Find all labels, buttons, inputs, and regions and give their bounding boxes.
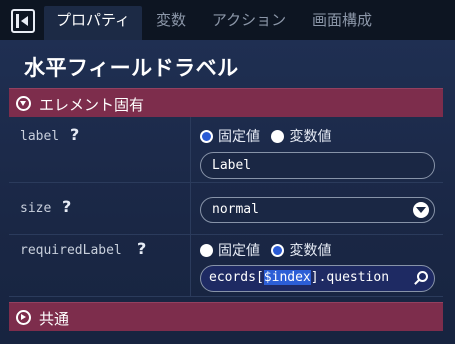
size-select[interactable]: normal	[200, 197, 435, 223]
prop-name-label: label	[20, 129, 60, 144]
expression-before: ecords[	[209, 270, 264, 285]
size-select-value: normal	[212, 202, 259, 217]
collapse-arrow	[21, 16, 28, 26]
radio-group-required-label: 固定値 変数値	[200, 240, 338, 260]
radio-fixed-required[interactable]	[200, 243, 213, 257]
radio-group-label: 固定値 変数値	[200, 126, 338, 146]
prop-row-size: size ? normal	[9, 183, 443, 235]
help-icon[interactable]: ?	[70, 125, 79, 144]
section-label-element: エレメント固有	[39, 96, 145, 114]
radio-variable-text: 変数値	[289, 129, 332, 145]
chevron-down-icon	[413, 202, 429, 218]
expression-text: ecords[$index].question	[209, 270, 389, 285]
expression-after: ].question	[310, 270, 390, 285]
section-header-common[interactable]: 共通	[9, 302, 443, 331]
tab-variables[interactable]: 変数	[146, 6, 196, 40]
tab-bar: プロパティ 変数 アクション 画面構成	[0, 0, 455, 40]
column-divider	[190, 183, 191, 234]
required-label-expression-input[interactable]: ecords[$index].question	[200, 265, 435, 292]
label-value-input[interactable]: Label	[200, 152, 435, 179]
page-title: 水平フィールドラベル	[24, 56, 239, 80]
help-icon[interactable]: ?	[137, 239, 146, 258]
radio-variable-required[interactable]	[271, 243, 285, 257]
search-handle	[414, 279, 420, 285]
section-label-common: 共通	[39, 310, 70, 328]
search-icon[interactable]	[413, 271, 429, 287]
chevron-down-icon	[16, 96, 31, 111]
property-panel-app: プロパティ 変数 アクション 画面構成 水平フィールドラベル エレメント固有 l…	[0, 0, 455, 344]
column-divider	[190, 235, 191, 296]
chevron-right-icon	[16, 310, 31, 325]
collapse-panel-icon[interactable]	[11, 9, 35, 33]
tab-screen-structure[interactable]: 画面構成	[302, 6, 382, 40]
radio-variable-label[interactable]	[271, 129, 285, 143]
prop-row-required-label: requiredLabel ? 固定値 変数値 ecords[$index].q…	[9, 235, 443, 297]
radio-fixed-label[interactable]	[200, 129, 213, 143]
radio-fixed-text: 固定値	[218, 243, 260, 259]
radio-fixed-text: 固定値	[218, 129, 260, 145]
prop-name-size: size	[20, 201, 52, 216]
expression-selection: $index	[263, 270, 311, 285]
prop-name-required-label: requiredLabel	[20, 243, 122, 258]
prop-row-label: label ? 固定値 変数値 Label	[9, 117, 443, 183]
help-icon[interactable]: ?	[62, 197, 71, 216]
column-divider	[190, 117, 191, 182]
expression-text-viewport: ecords[$index].question	[209, 270, 410, 285]
tab-properties[interactable]: プロパティ	[44, 6, 142, 40]
tab-actions[interactable]: アクション	[203, 6, 295, 40]
properties-panel: 水平フィールドラベル エレメント固有 label ? 固定値 変数値 Label…	[0, 40, 455, 344]
radio-variable-text: 変数値	[289, 243, 332, 259]
collapse-bar	[16, 14, 19, 28]
section-header-element[interactable]: エレメント固有	[9, 88, 443, 117]
